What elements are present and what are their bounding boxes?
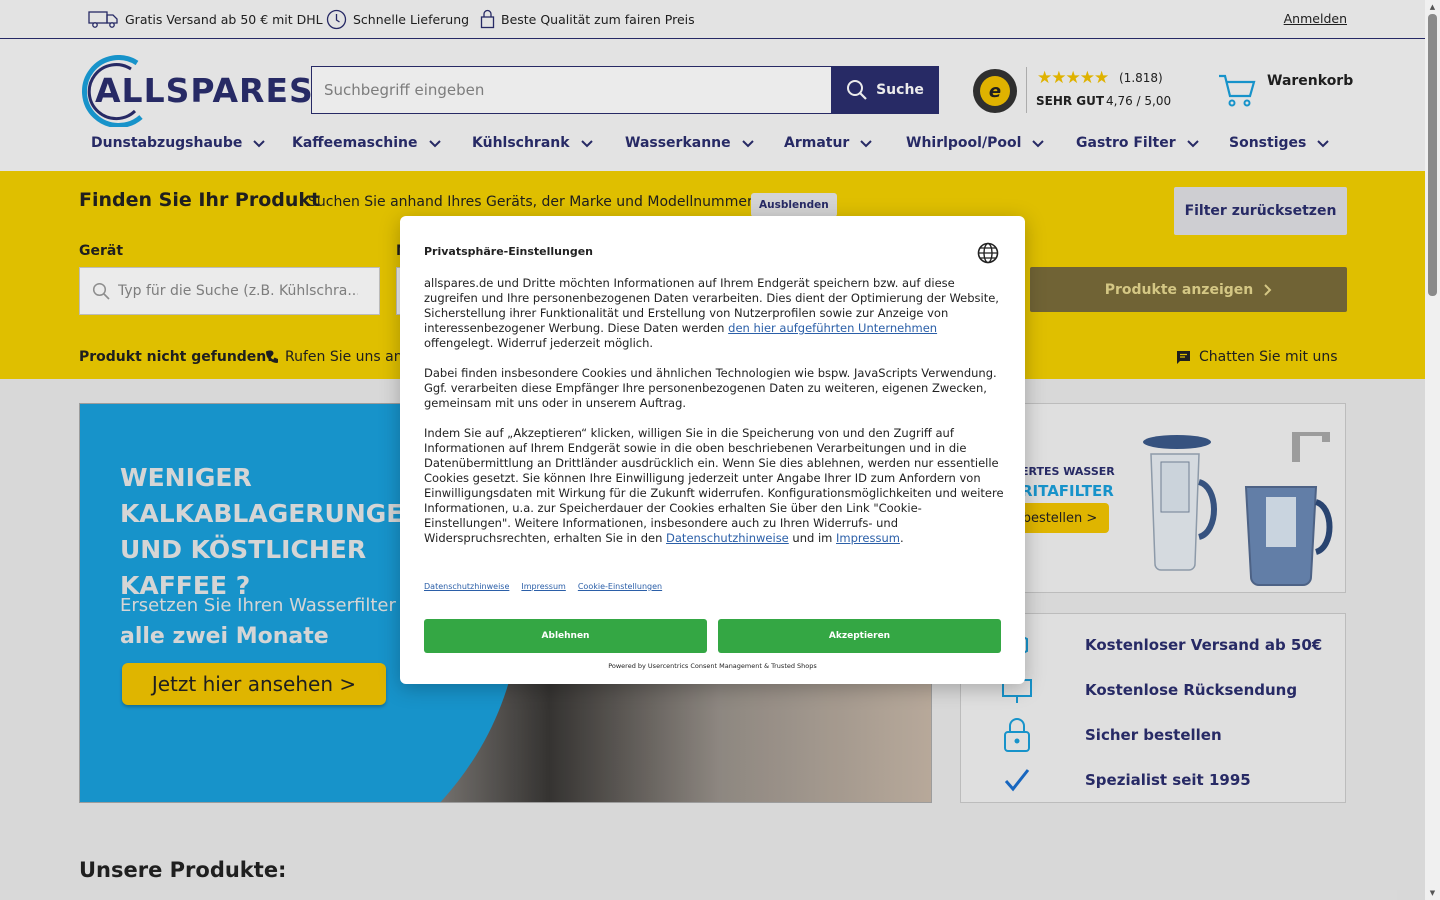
imprint-link[interactable]: Impressum <box>836 531 900 545</box>
imprint-footer-link[interactable]: Impressum <box>521 582 565 591</box>
consent-text-part: . <box>899 531 904 545</box>
consent-footer-links: Datenschutzhinweise Impressum Cookie-Ein… <box>424 582 662 591</box>
scrollbar-thumb[interactable] <box>1428 14 1437 296</box>
language-globe-icon[interactable] <box>977 242 999 264</box>
consent-title: Privatsphäre-Einstellungen <box>424 245 593 258</box>
powered-by: Powered by Usercentrics Consent Manageme… <box>608 662 817 670</box>
consent-paragraph: allspares.de und Dritte möchten Informat… <box>424 276 1004 351</box>
consent-paragraph: Indem Sie auf „Akzeptieren“ klicken, wil… <box>424 426 1004 546</box>
consent-text-part: offengelegt. Widerruf jederzeit möglich. <box>424 336 654 350</box>
scroll-up-icon[interactable]: ▲ <box>1428 2 1437 12</box>
decline-button[interactable]: Ablehnen <box>424 619 707 653</box>
consent-text-part: Indem Sie auf „Akzeptieren“ klicken, wil… <box>424 426 1004 545</box>
cookie-settings-link[interactable]: Cookie-Einstellungen <box>578 582 662 591</box>
accept-button[interactable]: Akzeptieren <box>718 619 1001 653</box>
consent-text: allspares.de und Dritte möchten Informat… <box>424 276 1004 561</box>
privacy-link[interactable]: Datenschutzhinweise <box>666 531 789 545</box>
scroll-down-icon[interactable]: ▼ <box>1428 888 1437 898</box>
consent-paragraph: Dabei finden insbesondere Cookies und äh… <box>424 366 997 410</box>
privacy-footer-link[interactable]: Datenschutzhinweise <box>424 582 509 591</box>
partners-link[interactable]: den hier aufgeführten Unternehmen <box>728 321 937 335</box>
consent-dialog: Privatsphäre-Einstellungen allspares.de … <box>400 216 1025 684</box>
consent-text-part: und im <box>788 531 837 545</box>
page-scrollbar[interactable]: ▲ ▼ <box>1425 0 1440 900</box>
